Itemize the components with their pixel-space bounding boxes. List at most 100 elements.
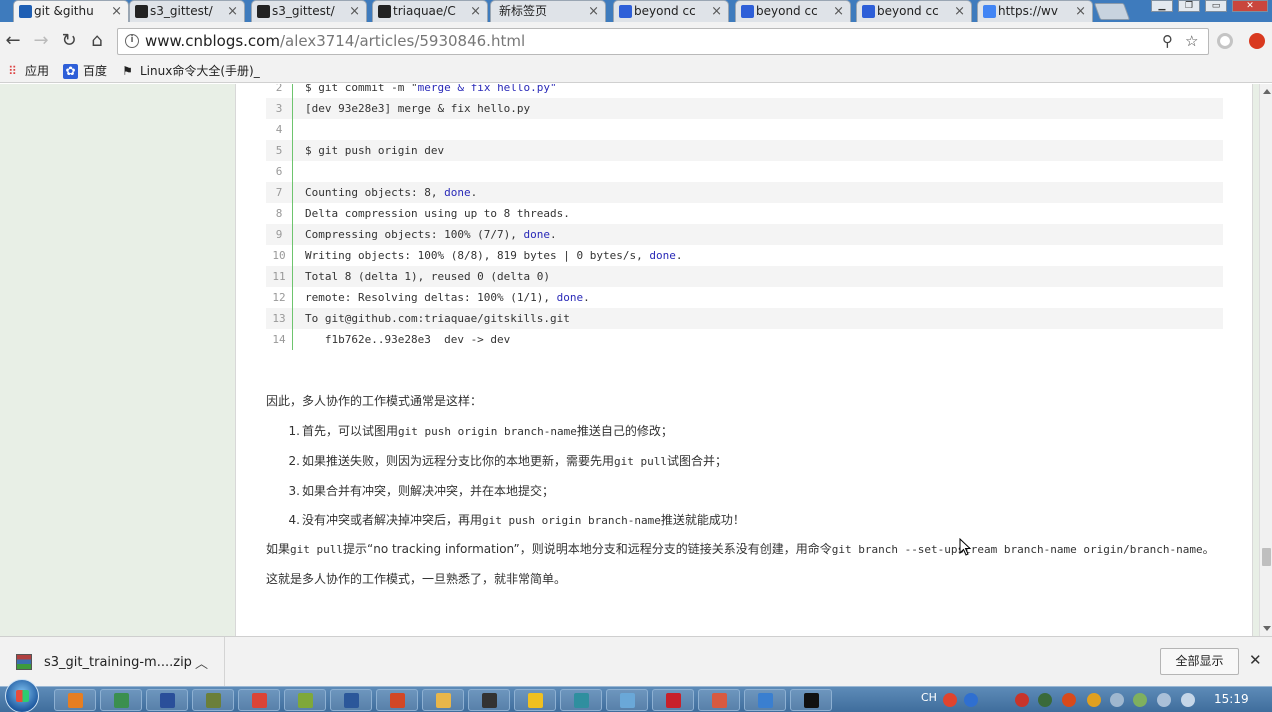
tab-close-icon[interactable]: ×	[833, 1, 844, 22]
network-icon[interactable]	[1110, 693, 1124, 707]
maximize-button[interactable]: ▭	[1205, 0, 1227, 12]
tab-title: s3_gittest/	[150, 4, 213, 18]
download-item[interactable]: s3_git_training-m....zip ︿	[0, 637, 225, 687]
extension-upload-icon[interactable]	[1249, 33, 1265, 49]
folder-icon	[436, 693, 451, 708]
bookmark-baidu-label: 百度	[83, 64, 108, 78]
scroll-down-arrow-icon[interactable]	[1263, 626, 1271, 631]
code-line: 5 $ git push origin dev	[266, 140, 1223, 161]
code-line: 12 remote: Resolving deltas: 100% (1/1), …	[266, 287, 1223, 308]
bookmark-linux[interactable]: ⚑ Linux命令大全(手册)_	[120, 63, 260, 80]
bookmarks-bar: ⠿ 应用 ✿ 百度 ⚑ Linux命令大全(手册)_	[0, 60, 1272, 83]
new-tab-button[interactable]	[1093, 3, 1131, 20]
code-line: 4	[266, 119, 1223, 140]
firefox-icon	[68, 693, 83, 708]
tab-close-icon[interactable]: ×	[349, 1, 360, 22]
extension-circle-icon[interactable]	[1217, 33, 1233, 49]
tab[interactable]: git &githu ×	[13, 0, 129, 22]
taskbar-app-button[interactable]	[790, 689, 832, 711]
home-icon[interactable]: ⌂	[87, 31, 107, 51]
taskbar-app-button[interactable]	[376, 689, 418, 711]
restore-button[interactable]: ❐	[1178, 0, 1200, 12]
code-text: $ git commit -m "merge & fix hello.py"	[305, 84, 557, 94]
taskbar-app-button[interactable]	[514, 689, 556, 711]
bookmark-page-icon: ⚑	[122, 64, 133, 78]
windows-logo-icon	[16, 690, 29, 702]
list-item: 2. 如果推送失败，则因为远程分支比你的本地更新，需要先用git pull试图合并…	[288, 454, 728, 468]
minimize-button[interactable]: ▁	[1151, 0, 1173, 12]
tab[interactable]: beyond cc ×	[613, 0, 729, 22]
tab[interactable]: beyond cc ×	[856, 0, 972, 22]
reload-icon[interactable]: ↻	[59, 31, 79, 51]
scrollbar-thumb[interactable]	[1262, 548, 1271, 566]
taskbar-app-button[interactable]	[330, 689, 372, 711]
tab[interactable]: triaquae/C ×	[372, 0, 488, 22]
flag-icon[interactable]	[1157, 693, 1171, 707]
taskbar-app-button[interactable]	[192, 689, 234, 711]
code-line: 6	[266, 161, 1223, 182]
apps-grid-icon: ⠿	[8, 64, 17, 78]
taskbar-app-button[interactable]	[54, 689, 96, 711]
address-bar[interactable]: i www.cnblogs.com/alex3714/articles/5930…	[117, 28, 1209, 55]
tab[interactable]: s3_gittest/ ×	[251, 0, 367, 22]
github-icon	[135, 5, 148, 18]
code-text: Writing objects: 100% (8/8), 819 bytes |…	[305, 249, 683, 262]
tab-title: git &githu	[34, 4, 94, 18]
bookmark-apps[interactable]: ⠿ 应用	[5, 63, 49, 80]
tab[interactable]: https://wv ×	[977, 0, 1093, 22]
zoom-magnifier-icon[interactable]: ⚲	[1162, 29, 1173, 54]
tab-close-icon[interactable]: ×	[470, 1, 481, 22]
tab-title: beyond cc	[877, 4, 939, 18]
back-arrow-icon[interactable]: ←	[3, 31, 23, 51]
tab-close-icon[interactable]: ×	[954, 1, 965, 22]
taskbar-app-button[interactable]	[468, 689, 510, 711]
line-number: 14	[266, 329, 293, 350]
forward-arrow-icon[interactable]: →	[31, 31, 51, 51]
display-icon[interactable]	[1133, 693, 1147, 707]
close-download-bar-icon[interactable]: ✕	[1249, 651, 1262, 669]
site-info-icon[interactable]: i	[125, 34, 139, 48]
tab-close-icon[interactable]: ×	[588, 1, 599, 22]
taskbar-app-button[interactable]	[146, 689, 188, 711]
start-button[interactable]	[5, 679, 39, 712]
taskbar-clock[interactable]: 15:19	[1214, 692, 1249, 706]
ime-indicator[interactable]: CH	[921, 691, 937, 704]
tab-close-icon[interactable]: ×	[1075, 1, 1086, 22]
taskbar-app-button[interactable]	[422, 689, 464, 711]
notification-icon[interactable]	[1087, 693, 1101, 707]
code-block: 2 $ git commit -m "merge & fix hello.py" 3…	[266, 84, 1223, 350]
tab[interactable]: s3_gittest/ ×	[129, 0, 245, 22]
code-text: remote: Resolving deltas: 100% (1/1), do…	[305, 291, 590, 304]
tab[interactable]: beyond cc ×	[735, 0, 851, 22]
antivirus-icon[interactable]	[1015, 693, 1029, 707]
code-text: Counting objects: 8, done.	[305, 186, 478, 199]
chevron-up-icon[interactable]: ︿	[195, 653, 208, 672]
store-cart-icon	[528, 693, 543, 708]
tab[interactable]: 新标签页 ×	[490, 0, 606, 22]
taskbar-app-button[interactable]	[698, 689, 740, 711]
bookmark-baidu[interactable]: ✿ 百度	[63, 63, 107, 80]
taskbar-app-button[interactable]	[100, 689, 142, 711]
taskbar-app-button[interactable]	[284, 689, 326, 711]
taskbar-app-button[interactable]	[652, 689, 694, 711]
tab-close-icon[interactable]: ×	[711, 1, 722, 22]
volume-icon[interactable]	[1181, 693, 1195, 707]
upload-arrow-icon[interactable]	[1038, 693, 1052, 707]
weibo-icon[interactable]	[1062, 693, 1076, 707]
taskbar-app-button[interactable]	[560, 689, 602, 711]
taskbar-app-button[interactable]	[238, 689, 280, 711]
tab-close-icon[interactable]: ×	[111, 1, 122, 22]
scroll-up-arrow-icon[interactable]	[1263, 89, 1271, 94]
sogou-ime-icon[interactable]	[943, 693, 957, 707]
vertical-scrollbar[interactable]	[1259, 84, 1272, 636]
taskbar-app-button[interactable]	[606, 689, 648, 711]
show-all-downloads-button[interactable]: 全部显示	[1160, 648, 1239, 675]
save-disk-icon	[160, 693, 175, 708]
tab-close-icon[interactable]: ×	[227, 1, 238, 22]
bookmark-star-icon[interactable]: ☆	[1185, 29, 1198, 54]
taskbar-app-button[interactable]	[744, 689, 786, 711]
list-item: 3. 如果合并有冲突，则解决冲突，并在本地提交；	[288, 484, 555, 498]
help-icon[interactable]	[964, 693, 978, 707]
tab-title: triaquae/C	[393, 4, 456, 18]
window-close-button[interactable]: ✕	[1232, 0, 1268, 12]
